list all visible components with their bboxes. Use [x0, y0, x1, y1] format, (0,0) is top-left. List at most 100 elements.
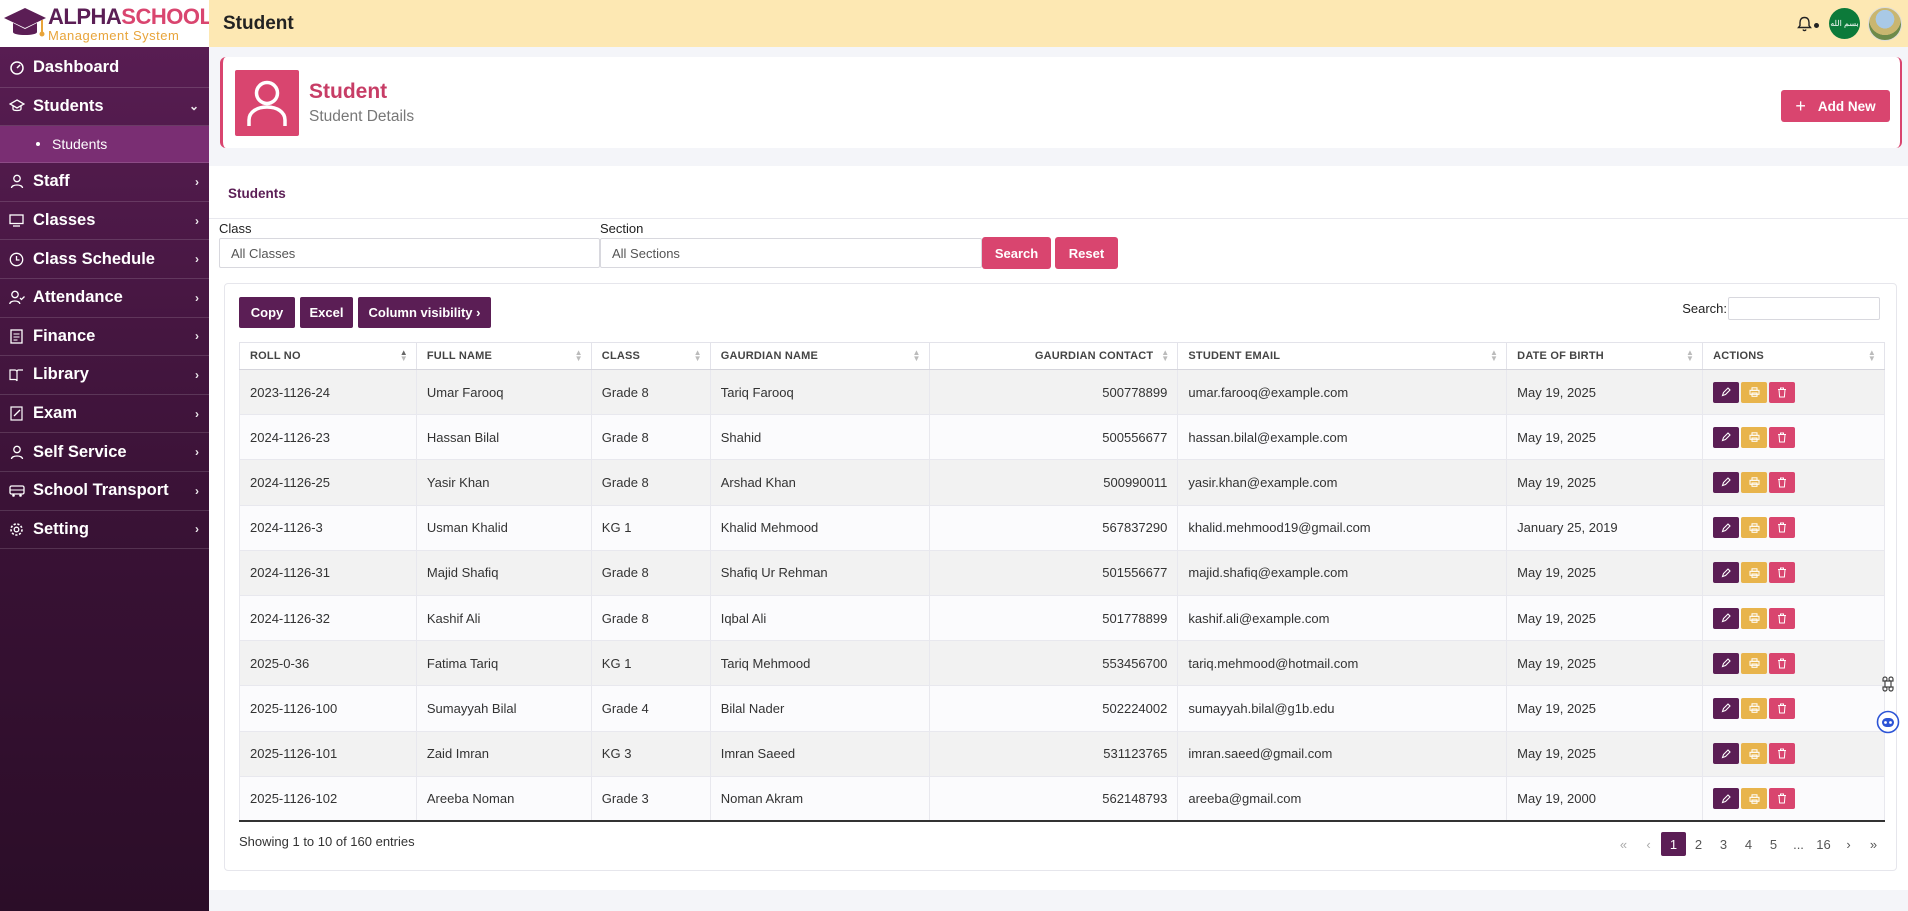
student-email-cell: areeba@gmail.com	[1177, 775, 1508, 823]
page-button-16[interactable]: 16	[1811, 832, 1836, 856]
logo-subtitle: Management System	[48, 27, 180, 43]
sidebar-item-self-service[interactable]: Self Service ›	[0, 433, 209, 472]
page-button-5[interactable]: 5	[1761, 832, 1786, 856]
column-visibility-button[interactable]: Column visibility ›	[358, 297, 491, 328]
column-header-class[interactable]: Class ▲ ▼	[590, 342, 711, 370]
page-button-4[interactable]: 4	[1736, 832, 1761, 856]
date-of-birth-cell: May 19, 2025	[1506, 414, 1704, 461]
page-nav-button[interactable]: »	[1861, 832, 1886, 856]
printer-icon	[1749, 613, 1760, 623]
assistant-bot-icon[interactable]	[1874, 708, 1902, 736]
class-cell: KG 1	[590, 640, 711, 687]
page-nav-button[interactable]: ›	[1836, 832, 1861, 856]
edit-button[interactable]	[1713, 788, 1740, 810]
excel-button[interactable]: Excel	[300, 297, 353, 328]
printer-icon	[1749, 748, 1760, 759]
edit-button[interactable]	[1713, 381, 1740, 403]
sidebar-item-class-schedule[interactable]: Class Schedule ›	[0, 240, 209, 279]
sidebar-item-staff[interactable]: Staff ›	[0, 163, 209, 202]
print-button[interactable]	[1741, 652, 1768, 674]
trash-icon	[1778, 793, 1787, 804]
trash-icon	[1778, 613, 1787, 624]
sidebar-item-dashboard[interactable]: Dashboard	[0, 49, 209, 88]
page-button-3[interactable]: 3	[1711, 832, 1736, 856]
sidebar-item-school-transport[interactable]: School Transport ›	[0, 472, 209, 511]
delete-button[interactable]	[1769, 562, 1796, 584]
edit-button[interactable]	[1713, 426, 1740, 448]
print-button[interactable]	[1741, 743, 1768, 765]
edit-button[interactable]	[1713, 517, 1740, 539]
edit-button[interactable]	[1713, 697, 1740, 719]
column-header-actions[interactable]: Actions ▲ ▼	[1702, 342, 1885, 370]
gear-icon	[8, 521, 25, 538]
section-select[interactable]: All Sections	[600, 238, 982, 268]
guardian-contact-cell: 500556677	[928, 414, 1179, 461]
user-icon	[8, 444, 25, 461]
column-header-full-name[interactable]: Full Name ▲ ▼	[415, 342, 592, 370]
print-button[interactable]	[1741, 517, 1768, 539]
logo[interactable]: ALPHASCHOOL Management System	[0, 0, 213, 47]
table-header-row: Roll No ▲ ▼ Full Name ▲ ▼ Class ▲ ▼ Gaurdian N…	[239, 342, 1885, 370]
add-new-button[interactable]: + Add New	[1781, 90, 1890, 122]
sidebar-item-classes[interactable]: Classes ›	[0, 202, 209, 241]
page-nav-button[interactable]: «	[1611, 832, 1636, 856]
print-button[interactable]	[1741, 697, 1768, 719]
delete-button[interactable]	[1769, 381, 1796, 403]
edit-button[interactable]	[1713, 607, 1740, 629]
column-header-guardian-contact[interactable]: Gaurdian Contact ▲ ▼	[928, 342, 1179, 370]
delete-button[interactable]	[1769, 471, 1796, 493]
guardian-name-cell: Bilal Nader	[709, 685, 930, 732]
column-header-date-of-birth[interactable]: Date of Birth ▲ ▼	[1506, 342, 1704, 370]
page-nav-button[interactable]: ‹	[1636, 832, 1661, 856]
page-button-2[interactable]: 2	[1686, 832, 1711, 856]
print-button[interactable]	[1741, 788, 1768, 810]
class-select[interactable]: All Classes	[219, 238, 600, 268]
search-button[interactable]: Search	[982, 237, 1051, 269]
actions-cell	[1702, 640, 1885, 687]
print-button[interactable]	[1741, 381, 1768, 403]
edit-button[interactable]	[1713, 652, 1740, 674]
delete-button[interactable]	[1769, 426, 1796, 448]
delete-button[interactable]	[1769, 652, 1796, 674]
user-avatar[interactable]	[1868, 6, 1902, 41]
chevron-right-icon: ›	[195, 174, 199, 189]
reset-button[interactable]: Reset	[1055, 237, 1118, 269]
page-button-1[interactable]: 1	[1661, 832, 1686, 856]
table-search-input[interactable]	[1728, 297, 1880, 320]
sidebar-subitem-label: Students	[52, 136, 108, 153]
sidebar-item-students[interactable]: Students ⌄	[0, 88, 209, 127]
student-email-cell: sumayyah.bilal@g1b.edu	[1177, 685, 1508, 732]
delete-button[interactable]	[1769, 743, 1796, 765]
full-name-cell: Usman Khalid	[415, 504, 592, 551]
column-header-student-email[interactable]: Student Email ▲ ▼	[1177, 342, 1508, 370]
copy-button[interactable]: Copy	[239, 297, 295, 328]
edit-button[interactable]	[1713, 562, 1740, 584]
sidebar-item-finance[interactable]: Finance ›	[0, 318, 209, 357]
print-button[interactable]	[1741, 607, 1768, 629]
delete-button[interactable]	[1769, 517, 1796, 539]
print-button[interactable]	[1741, 471, 1768, 493]
sidebar-item-attendance[interactable]: Attendance ›	[0, 279, 209, 318]
pencil-icon	[1721, 703, 1731, 713]
command-icon[interactable]	[1874, 670, 1902, 698]
chevron-right-icon: ›	[195, 406, 199, 421]
notification-bell-icon[interactable]	[1793, 13, 1819, 35]
print-button[interactable]	[1741, 426, 1768, 448]
column-header-roll-no[interactable]: Roll No ▲ ▼	[239, 342, 417, 370]
delete-button[interactable]	[1769, 697, 1796, 719]
print-button[interactable]	[1741, 562, 1768, 584]
edit-button[interactable]	[1713, 743, 1740, 765]
delete-button[interactable]	[1769, 788, 1796, 810]
book-icon	[8, 366, 25, 383]
language-flag-icon[interactable]: بسم الله	[1829, 8, 1860, 39]
sidebar-item-library[interactable]: Library ›	[0, 356, 209, 395]
edit-button[interactable]	[1713, 471, 1740, 493]
sidebar-item-setting[interactable]: Setting ›	[0, 511, 209, 550]
delete-button[interactable]	[1769, 607, 1796, 629]
sidebar-item-exam[interactable]: Exam ›	[0, 395, 209, 434]
sidebar-subitem-students[interactable]: Students	[0, 126, 209, 164]
date-of-birth-cell: May 19, 2025	[1506, 685, 1704, 732]
table-info: Showing 1 to 10 of 160 entries	[239, 834, 415, 849]
column-header-guardian-name[interactable]: Gaurdian Name ▲ ▼	[709, 342, 930, 370]
printer-icon	[1749, 387, 1760, 397]
